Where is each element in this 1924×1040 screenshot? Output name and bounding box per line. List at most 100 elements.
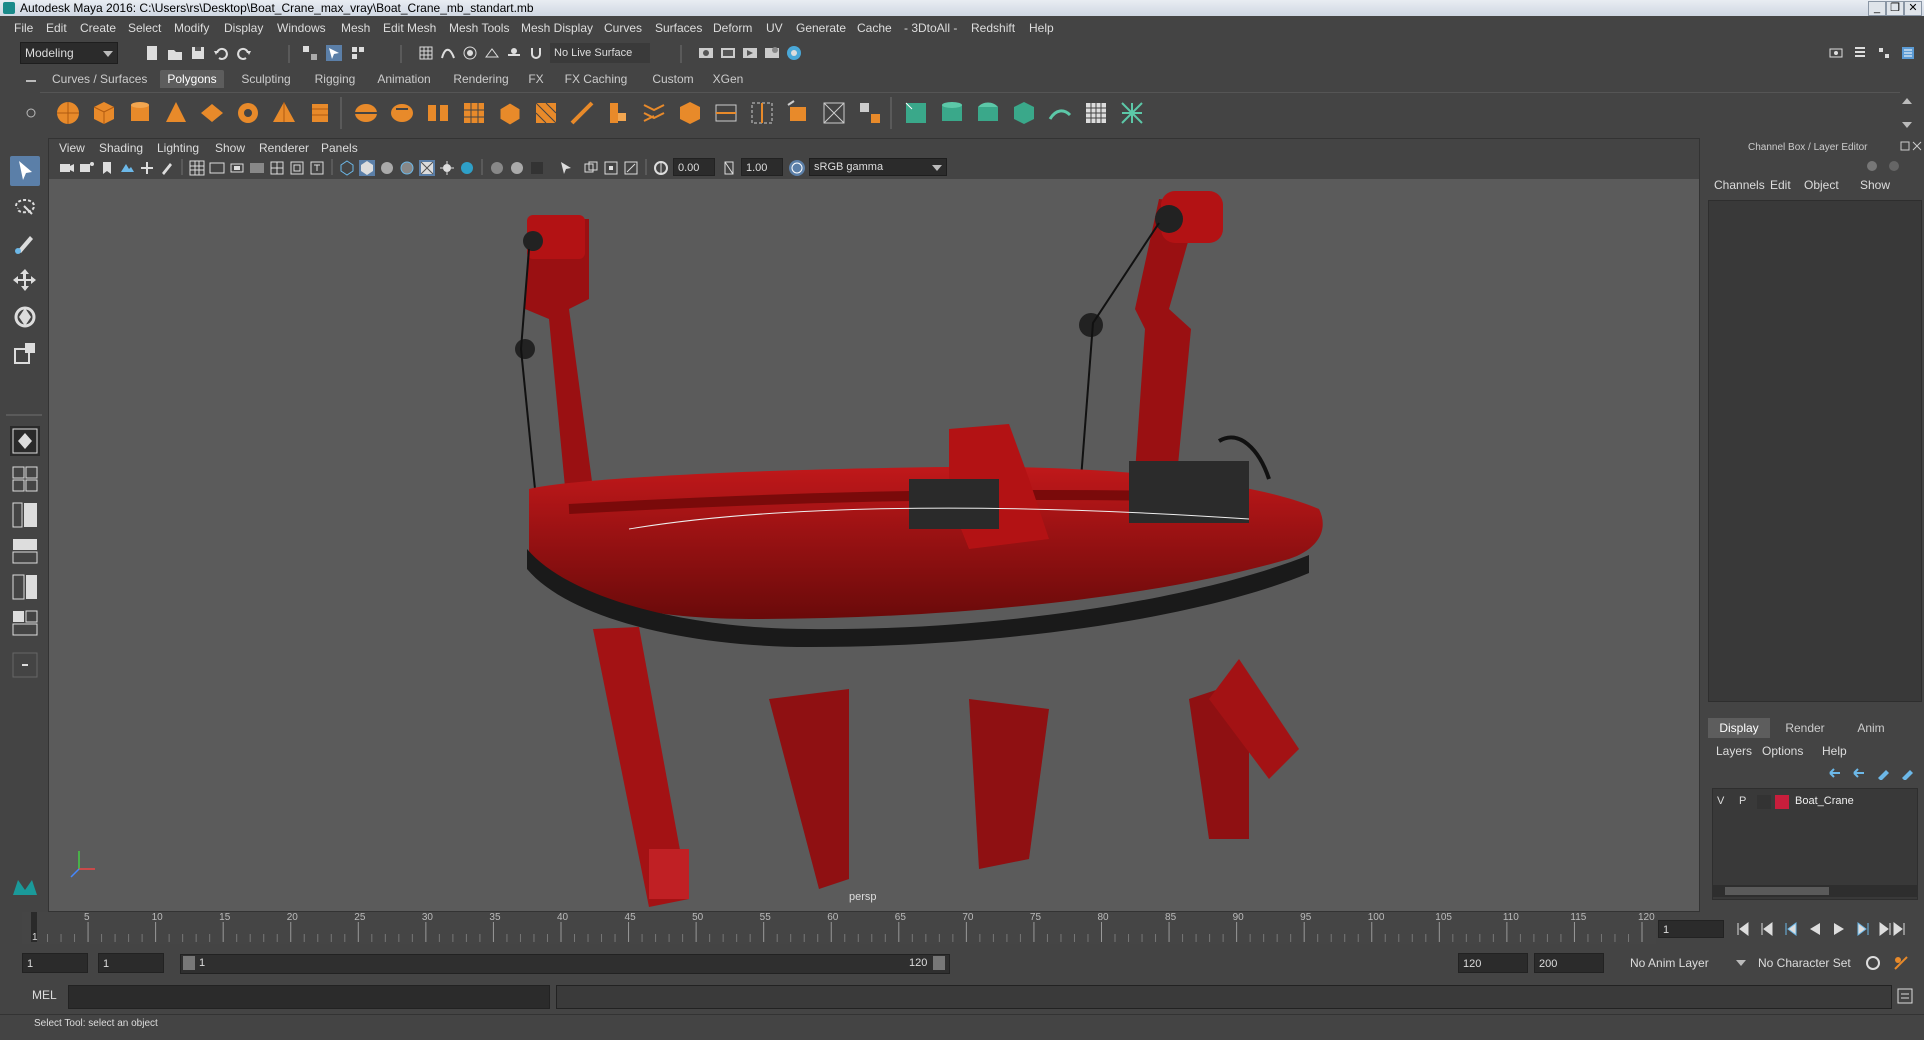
menu-edit-mesh[interactable]: Edit Mesh (383, 21, 436, 35)
menu-help[interactable]: Help (1029, 21, 1054, 35)
poly-cone-icon[interactable] (162, 99, 190, 127)
select-by-object-icon[interactable] (326, 45, 342, 61)
menu-select[interactable]: Select (128, 21, 161, 35)
tab-display[interactable]: Display (1708, 718, 1770, 738)
gamma-field[interactable]: 1.00 (741, 158, 783, 176)
channel-menu-edit[interactable]: Edit (1770, 178, 1791, 192)
step-forward-key-icon[interactable] (1879, 922, 1891, 936)
tab-fx-caching[interactable]: FX Caching (556, 70, 636, 88)
layer-color-swatch[interactable] (1775, 795, 1789, 809)
channel-box-options-icon[interactable] (1864, 158, 1880, 174)
reduce-icon[interactable] (496, 99, 524, 127)
tab-rendering[interactable]: Rendering (446, 70, 516, 88)
range-slider[interactable]: 1 120 (180, 954, 950, 974)
snap-to-grid-icon[interactable] (418, 45, 434, 61)
viewport-menu-show[interactable]: Show (215, 141, 245, 155)
select-camera-icon[interactable] (59, 160, 75, 176)
layer-scrollbar[interactable] (1713, 885, 1917, 897)
persp-graph-layout-icon[interactable] (10, 536, 40, 566)
menu-mesh[interactable]: Mesh (341, 21, 370, 35)
append-to-polygon-icon[interactable] (640, 99, 668, 127)
tab-xgen[interactable]: XGen (708, 70, 748, 88)
triangulate-icon[interactable] (532, 99, 560, 127)
layer-scrollbar-thumb[interactable] (1725, 887, 1829, 895)
bevel-icon[interactable] (568, 99, 596, 127)
shadows-icon[interactable] (459, 160, 475, 176)
tab-anim[interactable]: Anim (1840, 718, 1902, 738)
close-button[interactable]: ✕ (1904, 1, 1922, 16)
wireframe-on-shaded-icon[interactable] (399, 160, 415, 176)
shelf-menu-icon[interactable] (24, 74, 38, 88)
layer-row[interactable]: V P Boat_Crane (1713, 793, 1917, 811)
modeling-toolkit-icon[interactable] (1828, 45, 1844, 61)
viewport-menu-panels[interactable]: Panels (321, 141, 358, 155)
menu-mesh-display[interactable]: Mesh Display (521, 21, 593, 35)
animation-end-field[interactable]: 200 (1534, 953, 1604, 973)
outliner-persp-layout-icon[interactable] (10, 608, 40, 638)
open-scene-icon[interactable] (167, 45, 183, 61)
tab-rigging[interactable]: Rigging (308, 70, 362, 88)
persp-hypershade-layout-icon[interactable] (10, 572, 40, 602)
layer-name[interactable]: Boat_Crane (1795, 795, 1854, 807)
attribute-editor-icon[interactable] (1852, 45, 1868, 61)
perspective-viewport[interactable]: persp (49, 179, 1699, 911)
step-back-frame-icon[interactable] (1785, 922, 1797, 936)
snap-to-surface-icon[interactable] (506, 45, 522, 61)
menu-modify[interactable]: Modify (174, 21, 209, 35)
safe-title-icon[interactable] (309, 160, 325, 176)
command-language-label[interactable]: MEL (32, 988, 57, 1002)
grease-pencil-icon[interactable] (159, 160, 175, 176)
insert-edge-loop-icon[interactable] (712, 99, 740, 127)
command-input[interactable] (68, 985, 550, 1009)
select-by-hierarchy-icon[interactable] (302, 45, 318, 61)
go-to-start-icon[interactable] (1737, 922, 1749, 936)
grid-icon[interactable] (189, 160, 205, 176)
shelf-scroll-icon[interactable] (1900, 96, 1914, 130)
2d-pan-zoom-icon[interactable] (139, 160, 155, 176)
use-all-lights-icon[interactable] (439, 160, 455, 176)
boat-crane-model[interactable] (49, 179, 1699, 911)
image-plane-icon[interactable] (119, 160, 135, 176)
smooth-shade-all-icon[interactable] (359, 160, 375, 176)
tab-render[interactable]: Render (1774, 718, 1836, 738)
isolate-select-icon[interactable] (559, 160, 575, 176)
menu-mesh-tools[interactable]: Mesh Tools (449, 21, 509, 35)
xray-joints-icon[interactable] (623, 160, 639, 176)
step-back-key-icon[interactable] (1761, 922, 1773, 936)
gate-mask-icon[interactable] (249, 160, 265, 176)
uv-layout-icon[interactable] (1118, 99, 1146, 127)
menu-display[interactable]: Display (224, 21, 263, 35)
new-layer-selected-icon[interactable] (1900, 766, 1916, 780)
tool-settings-icon[interactable] (1876, 45, 1892, 61)
spherical-uv-icon[interactable] (974, 99, 1002, 127)
wireframe-icon[interactable] (339, 160, 355, 176)
menu-create[interactable]: Create (80, 21, 116, 35)
render-settings-icon[interactable] (764, 45, 780, 61)
render-view-icon[interactable] (698, 45, 714, 61)
anti-aliasing-icon[interactable] (529, 160, 545, 176)
snap-to-view-plane-icon[interactable] (484, 45, 500, 61)
poly-pyramid-icon[interactable] (270, 99, 298, 127)
mode-dropdown[interactable]: Modeling (20, 42, 118, 64)
channel-box-list[interactable] (1708, 200, 1922, 702)
undo-icon[interactable] (213, 45, 229, 61)
live-surface-field[interactable]: No Live Surface (550, 43, 650, 63)
poly-plane-icon[interactable] (198, 99, 226, 127)
unfold-uv-icon[interactable] (1046, 99, 1074, 127)
scale-tool-icon[interactable] (10, 338, 40, 368)
layer-playback-toggle[interactable]: P (1739, 795, 1746, 807)
move-layer-down-icon[interactable] (1852, 766, 1868, 780)
menu-uv[interactable]: UV (766, 21, 783, 35)
poly-pipe-icon[interactable] (306, 99, 334, 127)
animation-start-field[interactable]: 1 (22, 953, 88, 973)
persp-outliner-layout-icon[interactable] (10, 500, 40, 530)
field-chart-icon[interactable] (269, 160, 285, 176)
layer-visibility-toggle[interactable]: V (1717, 795, 1724, 807)
gamma-icon[interactable] (721, 160, 737, 176)
time-slider[interactable]: 5 10 15 20 25 30 35 40 45 50 55 60 65 70 75 80 85 90 95 100… (22, 912, 1656, 944)
view-transform-dropdown[interactable]: sRGB gamma (809, 158, 947, 176)
automatic-uv-icon[interactable] (1010, 99, 1038, 127)
step-forward-frame-icon[interactable] (1857, 922, 1869, 936)
multi-cut-icon[interactable] (748, 99, 776, 127)
xray-active-components-icon[interactable] (603, 160, 619, 176)
